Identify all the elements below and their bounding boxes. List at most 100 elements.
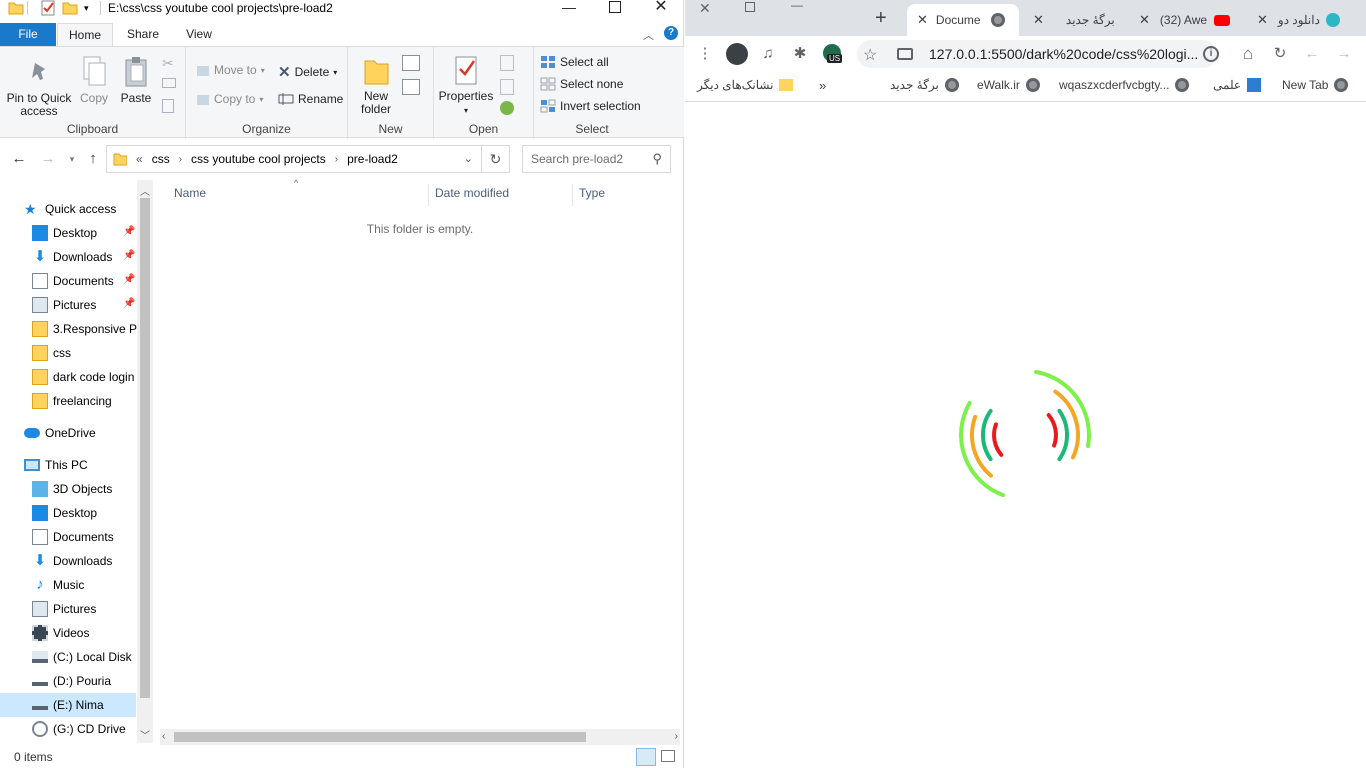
back-arrow-icon[interactable]: ←	[10, 150, 28, 168]
copy-path-icon[interactable]	[162, 78, 176, 88]
cut-icon[interactable]: ✂	[162, 55, 174, 72]
move-to-button[interactable]: Move to ▾	[196, 63, 265, 77]
large-icons-view-icon[interactable]	[661, 750, 675, 762]
nav-pc-downloads[interactable]: ⬇ Downloads	[32, 549, 153, 573]
close-button[interactable]: ✕	[638, 0, 684, 16]
search-input[interactable]: Search pre-load2	[531, 152, 623, 166]
tab-view[interactable]: View	[174, 23, 224, 47]
scroll-down-icon[interactable]: ﹀	[140, 727, 150, 742]
pin-quick-access-button[interactable]: Pin to Quick access	[4, 59, 74, 118]
bookmark-other[interactable]: نشانک‌های دیگر	[697, 78, 794, 92]
select-none-button[interactable]: Select none	[540, 77, 623, 91]
bookmark-star-icon[interactable]: ☆	[863, 45, 877, 65]
breadcrumb-projects[interactable]: css youtube cool projects	[191, 152, 326, 166]
install-app-icon[interactable]	[897, 48, 913, 60]
column-name[interactable]: Name	[174, 186, 206, 200]
folder-icon[interactable]	[8, 0, 24, 16]
nav-pc-documents[interactable]: Documents	[32, 525, 153, 549]
content-scrollbar[interactable]: ‹ ›	[160, 729, 680, 745]
scroll-right-icon[interactable]: ›	[675, 731, 678, 742]
invert-selection-button[interactable]: Invert selection	[540, 99, 641, 113]
browser-tab[interactable]: ✕ دانلود دو	[1251, 4, 1363, 36]
nav-folder-css[interactable]: css	[32, 341, 153, 365]
rename-button[interactable]: Rename	[278, 92, 343, 106]
nav-onedrive[interactable]: OneDrive	[24, 421, 153, 445]
collapse-ribbon-icon[interactable]: ︿	[643, 27, 654, 43]
copy-to-button[interactable]: Copy to ▾	[196, 92, 263, 106]
nav-this-pc[interactable]: This PC	[24, 453, 153, 477]
profile-avatar[interactable]	[726, 43, 748, 65]
search-icon[interactable]: ⚲	[652, 151, 662, 167]
column-type[interactable]: Type	[579, 186, 605, 200]
properties-check-icon[interactable]	[40, 0, 56, 16]
minimize-button[interactable]: —	[546, 0, 592, 16]
recent-locations-icon[interactable]: ▾	[63, 150, 81, 168]
browser-forward-icon[interactable]: →	[1334, 44, 1354, 64]
tab-file[interactable]: File	[0, 23, 56, 47]
reload-icon[interactable]: ↻	[1270, 44, 1290, 64]
breadcrumb-current[interactable]: pre-load2	[347, 152, 398, 166]
menu-dots-icon[interactable]: ⋮	[695, 44, 715, 64]
tab-home[interactable]: Home	[57, 23, 113, 47]
nav-3d-objects[interactable]: 3D Objects	[32, 477, 153, 501]
details-view-icon[interactable]	[636, 748, 656, 766]
select-all-button[interactable]: Select all	[540, 55, 609, 69]
nav-drive-g[interactable]: (G:) CD Drive	[32, 717, 153, 741]
forward-arrow-icon[interactable]: →	[39, 150, 57, 168]
tab-close-icon[interactable]: ✕	[1139, 12, 1150, 28]
nav-videos[interactable]: Videos	[32, 621, 153, 645]
bookmark-wqasz[interactable]: wqaszxcderfvcbgty...	[1059, 78, 1190, 92]
customize-qat-icon[interactable]: ▾	[84, 0, 100, 16]
nav-pc-desktop[interactable]: Desktop	[32, 501, 153, 525]
help-icon[interactable]: ?	[664, 26, 678, 40]
copy-button[interactable]: Copy	[78, 55, 110, 105]
address-history-icon[interactable]: ⌄	[464, 152, 473, 165]
new-folder-button[interactable]: New folder	[358, 55, 394, 116]
nav-drive-e[interactable]: (E:) Nima	[0, 693, 136, 717]
home-icon[interactable]: ⌂	[1238, 44, 1258, 64]
tab-share[interactable]: Share	[116, 23, 170, 47]
extensions-puzzle-icon[interactable]: ✱	[790, 44, 810, 64]
tab-close-icon[interactable]: ✕	[917, 12, 928, 28]
browser-tab[interactable]: ✕ برگهٔ جدید	[1025, 4, 1125, 36]
pin-icon[interactable]: 📌	[123, 298, 135, 309]
edit-icon[interactable]	[500, 79, 514, 95]
bookmarks-overflow-button[interactable]: »	[819, 78, 826, 93]
new-tab-plus-icon[interactable]: +	[875, 8, 887, 28]
tab-close-icon[interactable]: ✕	[1033, 12, 1044, 28]
properties-button[interactable]: Properties ▾	[438, 55, 494, 117]
paste-button[interactable]: Paste	[118, 55, 154, 105]
media-control-icon[interactable]: ♫	[758, 44, 778, 64]
maximize-button[interactable]	[592, 0, 638, 16]
scroll-up-icon[interactable]: ︿	[140, 183, 150, 198]
nav-pc-pictures[interactable]: Pictures	[32, 597, 153, 621]
up-arrow-icon[interactable]: ↑	[84, 150, 102, 168]
nav-scrollbar[interactable]: ︿ ﹀	[137, 180, 153, 743]
nav-folder-dark-code[interactable]: dark code login	[32, 365, 153, 389]
pin-icon[interactable]: 📌	[123, 274, 135, 285]
scroll-left-icon[interactable]: ‹	[162, 731, 165, 742]
close-window-icon[interactable]: ✕	[699, 0, 711, 17]
minimize-window-icon[interactable]: —	[791, 0, 803, 12]
nav-music[interactable]: ♪ Music	[32, 573, 153, 597]
bookmark-new-tab[interactable]: New Tab	[1282, 78, 1349, 92]
content-scroll-thumb[interactable]	[174, 732, 586, 742]
nav-quick-access[interactable]: ★ Quick access	[24, 197, 153, 221]
delete-button[interactable]: ✕ Delete ▾	[278, 63, 337, 81]
bookmark-ewalk[interactable]: eWalk.ir	[977, 78, 1040, 92]
paste-shortcut-icon[interactable]	[162, 99, 174, 113]
new-item-icon[interactable]	[402, 55, 420, 71]
url-field[interactable]: 127.0.0.1:5500/dark%20code/css%20logi...	[929, 46, 1198, 62]
new-folder-quick-icon[interactable]	[62, 0, 78, 16]
bookmark-new-tab-fa[interactable]: برگهٔ جدید	[890, 78, 959, 92]
address-field[interactable]: « css › css youtube cool projects › pre-…	[106, 145, 510, 173]
refresh-icon[interactable]: ↻	[481, 146, 509, 172]
pin-icon[interactable]: 📌	[123, 250, 135, 261]
search-box[interactable]: Search pre-load2 ⚲	[522, 145, 671, 173]
nav-folder-responsive[interactable]: 3.Responsive Pr	[32, 317, 153, 341]
tab-close-icon[interactable]: ✕	[1257, 12, 1268, 28]
nav-drive-c[interactable]: (C:) Local Disk	[32, 645, 153, 669]
site-info-icon[interactable]: i	[1203, 46, 1219, 62]
nav-drive-d[interactable]: (D:) Pouria	[32, 669, 153, 693]
bookmark-elmi[interactable]: علمی	[1213, 78, 1262, 92]
